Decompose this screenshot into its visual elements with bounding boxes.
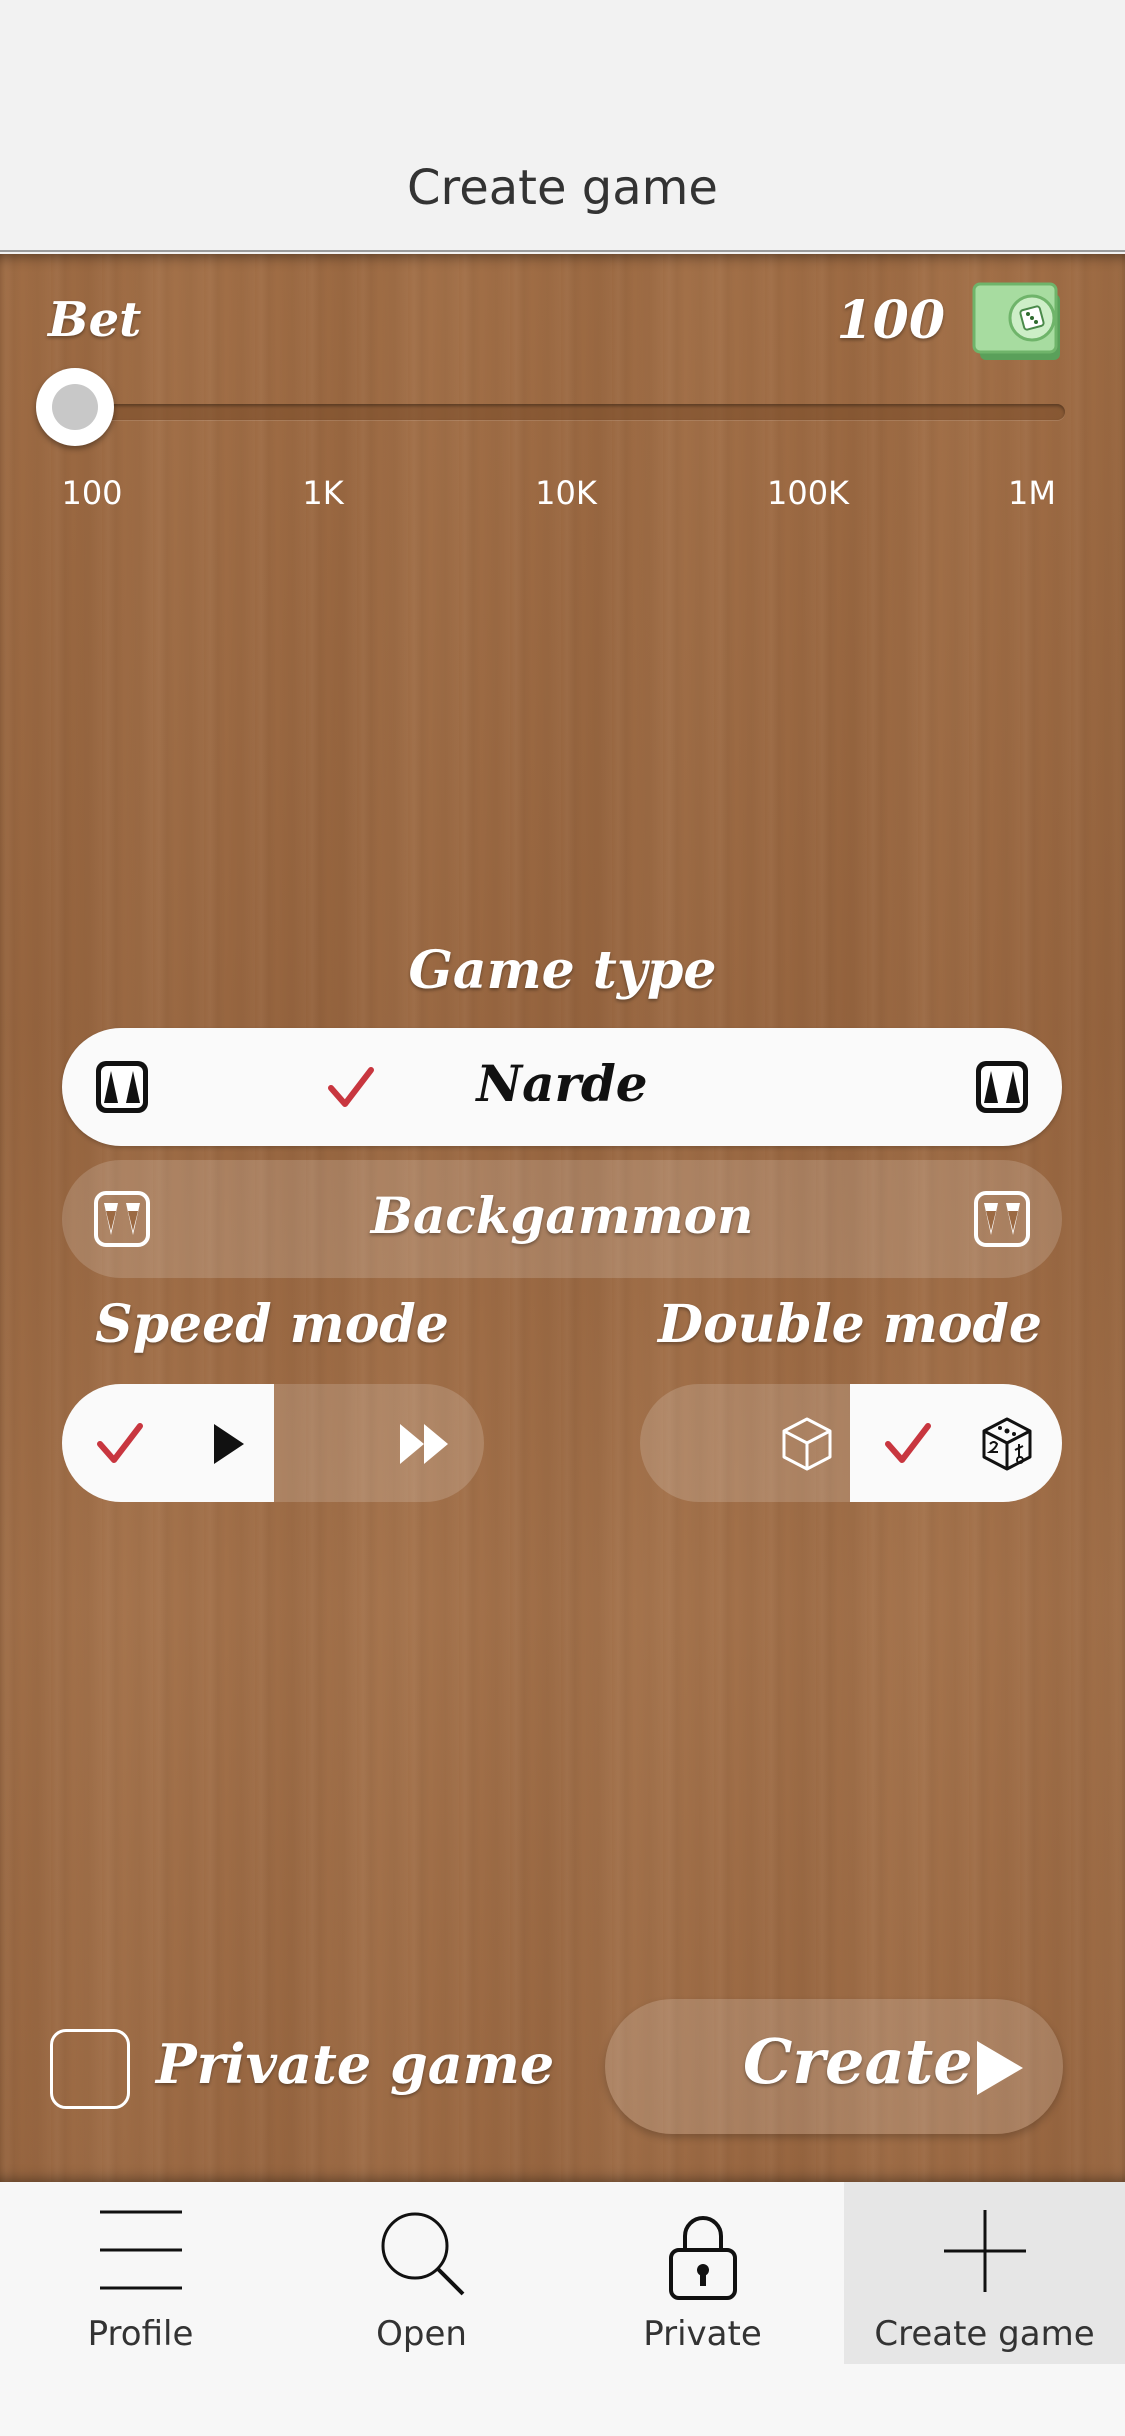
menu-icon <box>99 2210 182 2290</box>
check-icon <box>97 1423 143 1463</box>
tab-create-game[interactable]: Create game <box>844 2182 1125 2364</box>
speed-mode-option-normal[interactable] <box>62 1384 274 1502</box>
create-button[interactable]: Create <box>605 1999 1063 2134</box>
game-type-label: Narde <box>476 1054 648 1113</box>
private-game-checkbox[interactable] <box>50 2029 130 2109</box>
create-button-label: Create <box>743 2025 973 2098</box>
play-icon <box>214 1424 244 1464</box>
narde-piece-icon <box>976 1061 1028 1113</box>
bet-tick: 10K <box>535 474 597 512</box>
private-game-label: Private game <box>156 2032 555 2096</box>
game-type-option-backgammon[interactable]: Backgammon <box>62 1160 1062 1278</box>
tab-label: Private <box>643 2314 762 2354</box>
backgammon-piece-icon <box>974 1191 1030 1247</box>
tab-private[interactable]: Private <box>562 2182 843 2364</box>
header: Create game <box>0 0 1125 252</box>
bet-tick: 1K <box>302 474 344 512</box>
play-icon <box>977 2041 1023 2095</box>
bet-slider-track[interactable] <box>60 404 1065 420</box>
lock-icon <box>668 2216 737 2300</box>
cube-icon <box>782 1417 832 1471</box>
search-icon <box>381 2212 464 2296</box>
tab-label: Create game <box>874 2314 1095 2354</box>
double-mode-option-on[interactable] <box>850 1384 1062 1502</box>
bet-tick: 100K <box>766 474 850 512</box>
bet-label: Bet <box>48 292 142 348</box>
bet-value: 100 <box>836 290 945 351</box>
bet-slider-thumb[interactable] <box>36 368 114 446</box>
page-title: Create game <box>407 160 718 216</box>
game-type-title: Game type <box>408 940 717 1001</box>
tab-open[interactable]: Open <box>281 2182 562 2364</box>
tab-profile[interactable]: Profile <box>0 2182 281 2364</box>
game-type-label: Backgammon <box>370 1186 754 1245</box>
fast-forward-icon <box>400 1424 448 1464</box>
tab-bar: Profile Open Private Create game <box>0 2182 1125 2436</box>
double-mode-toggle[interactable] <box>640 1384 1062 1502</box>
create-game-panel: Bet 100 100 1K 10K 100K 1M Game type Nar… <box>0 254 1125 2182</box>
plus-icon <box>943 2210 1026 2292</box>
bet-tick: 1M <box>1008 474 1056 512</box>
speed-mode-toggle[interactable] <box>62 1384 484 1502</box>
double-mode-option-off[interactable] <box>640 1384 850 1502</box>
check-icon <box>885 1423 931 1463</box>
speed-mode-title: Speed mode <box>95 1294 449 1355</box>
double-mode-title: Double mode <box>657 1294 1043 1355</box>
money-icon <box>972 282 1060 360</box>
speed-mode-option-fast[interactable] <box>274 1384 484 1502</box>
doubling-cube-icon <box>982 1417 1032 1471</box>
bet-tick: 100 <box>61 474 123 512</box>
game-type-option-narde[interactable]: Narde <box>62 1028 1062 1146</box>
tab-label: Open <box>376 2314 467 2354</box>
tab-label: Profile <box>87 2314 194 2354</box>
